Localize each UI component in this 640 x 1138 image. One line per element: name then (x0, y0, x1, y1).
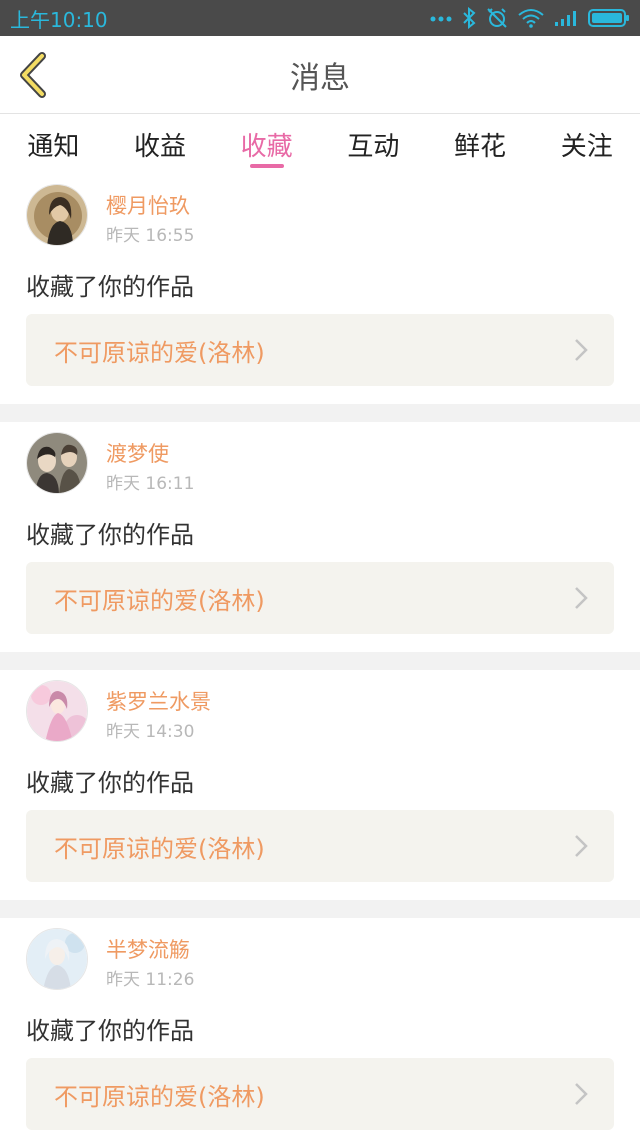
message-time: 昨天 16:11 (106, 474, 195, 494)
avatar[interactable] (26, 432, 88, 494)
avatar[interactable] (26, 184, 88, 246)
message-card: 紫罗兰水景 昨天 14:30 收藏了你的作品 不可原谅的爱(洛林) (0, 670, 640, 900)
user-name[interactable]: 紫罗兰水景 (106, 686, 211, 716)
message-card: 樱月怡玖 昨天 16:55 收藏了你的作品 不可原谅的爱(洛林) (0, 174, 640, 404)
work-title: 不可原谅的爱(洛林) (54, 586, 265, 615)
user-name[interactable]: 半梦流觞 (106, 934, 190, 964)
separator (0, 900, 640, 918)
work-link[interactable]: 不可原谅的爱(洛林) (26, 562, 614, 634)
separator (0, 404, 640, 422)
dots-icon (430, 16, 452, 22)
tab-bar: 通知 收益 收藏 互动 鲜花 关注 (0, 114, 640, 174)
bluetooth-icon (463, 7, 476, 29)
action-text: 收藏了你的作品 (26, 273, 194, 301)
user-name[interactable]: 渡梦使 (106, 438, 169, 468)
work-title: 不可原谅的爱(洛林) (54, 1082, 265, 1111)
action-text: 收藏了你的作品 (26, 521, 194, 549)
work-link[interactable]: 不可原谅的爱(洛林) (26, 810, 614, 882)
signal-icon (555, 11, 576, 26)
chevron-right-icon (575, 587, 588, 609)
message-time: 昨天 16:55 (106, 226, 195, 246)
message-card: 半梦流觞 昨天 11:26 收藏了你的作品 不可原谅的爱(洛林) (0, 918, 640, 1138)
message-card: 渡梦使 昨天 16:11 收藏了你的作品 不可原谅的爱(洛林) (0, 422, 640, 652)
work-link[interactable]: 不可原谅的爱(洛林) (26, 314, 614, 386)
header: 消息 (0, 36, 640, 114)
page-title: 消息 (290, 60, 350, 96)
battery-icon (588, 9, 629, 27)
work-title: 不可原谅的爱(洛林) (54, 834, 265, 863)
tab-interactions[interactable]: 互动 (320, 114, 427, 174)
message-time: 昨天 14:30 (106, 722, 195, 742)
work-title: 不可原谅的爱(洛林) (54, 338, 265, 367)
tab-earnings[interactable]: 收益 (107, 114, 214, 174)
chevron-right-icon (575, 1083, 588, 1105)
alarm-off-icon (487, 8, 507, 28)
tab-flowers[interactable]: 鲜花 (427, 114, 534, 174)
action-text: 收藏了你的作品 (26, 1017, 194, 1045)
chevron-right-icon (575, 339, 588, 361)
message-list: 樱月怡玖 昨天 16:55 收藏了你的作品 不可原谅的爱(洛林) 渡梦使 昨天 … (0, 174, 640, 1138)
tab-follows[interactable]: 关注 (533, 114, 640, 174)
user-name[interactable]: 樱月怡玖 (106, 190, 190, 220)
action-text: 收藏了你的作品 (26, 769, 194, 797)
status-time: 上午10:10 (10, 7, 108, 32)
back-button[interactable] (14, 50, 54, 100)
tab-notifications[interactable]: 通知 (0, 114, 107, 174)
chevron-right-icon (575, 835, 588, 857)
separator (0, 652, 640, 670)
status-bar: 上午10:10 (0, 0, 640, 36)
avatar[interactable] (26, 928, 88, 990)
avatar[interactable] (26, 680, 88, 742)
message-time: 昨天 11:26 (106, 970, 195, 990)
work-link[interactable]: 不可原谅的爱(洛林) (26, 1058, 614, 1130)
status-icons (430, 7, 630, 29)
wifi-icon (518, 9, 544, 28)
tab-favorites[interactable]: 收藏 (213, 114, 320, 174)
